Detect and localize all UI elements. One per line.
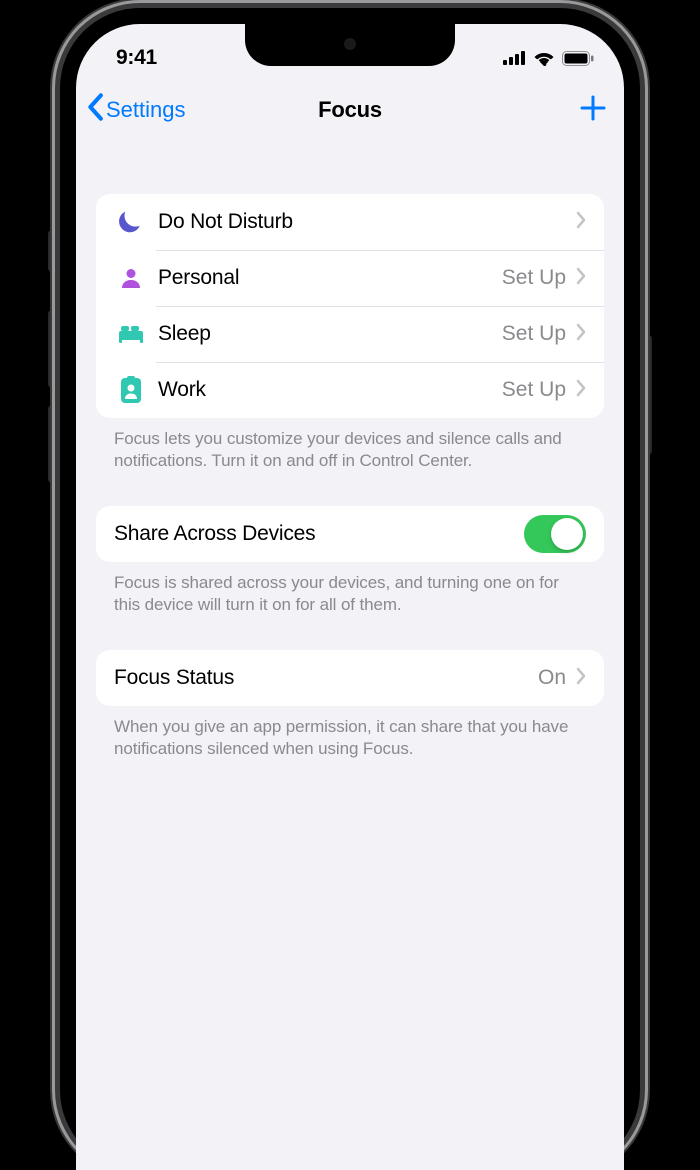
chevron-right-icon (576, 323, 586, 346)
back-label: Settings (106, 97, 186, 123)
focus-row-personal[interactable]: Personal Set Up (96, 250, 604, 306)
chevron-right-icon (576, 379, 586, 402)
row-detail: Set Up (502, 266, 566, 290)
chevron-right-icon (576, 211, 586, 234)
share-across-footer: Focus is shared across your devices, and… (96, 562, 604, 616)
volume-up-button (48, 310, 56, 388)
focus-status-row[interactable]: Focus Status On (96, 650, 604, 706)
screen: 9:41 Settings Focus (76, 24, 624, 1170)
volume-down-button (48, 405, 56, 483)
share-across-row[interactable]: Share Across Devices (96, 506, 604, 562)
mute-switch (48, 230, 56, 272)
row-label: Work (158, 378, 502, 402)
page-title: Focus (318, 97, 382, 123)
share-across-group: Share Across Devices (96, 506, 604, 562)
badge-icon (114, 373, 148, 407)
share-across-toggle[interactable] (524, 515, 586, 553)
row-detail: Set Up (502, 378, 566, 402)
bed-icon (114, 317, 148, 351)
row-label: Share Across Devices (114, 522, 524, 546)
row-detail: On (538, 666, 566, 690)
add-button[interactable] (580, 82, 606, 138)
focus-modes-footer: Focus lets you customize your devices an… (96, 418, 604, 472)
row-label: Focus Status (114, 666, 538, 690)
side-button (644, 335, 652, 455)
chevron-right-icon (576, 267, 586, 290)
chevron-right-icon (576, 667, 586, 690)
row-label: Sleep (158, 322, 502, 346)
row-label: Personal (158, 266, 502, 290)
notch (245, 24, 455, 66)
nav-bar: Settings Focus (76, 82, 624, 138)
focus-row-do-not-disturb[interactable]: Do Not Disturb (96, 194, 604, 250)
chevron-left-icon (86, 93, 106, 127)
person-icon (114, 261, 148, 295)
focus-modes-group: Do Not Disturb Personal Set Up (96, 194, 604, 418)
battery-icon (562, 51, 594, 66)
status-time: 9:41 (116, 46, 157, 70)
wifi-icon (533, 50, 555, 66)
row-label: Do Not Disturb (158, 210, 576, 234)
plus-icon (580, 95, 606, 126)
toggle-knob (551, 518, 583, 550)
focus-status-group: Focus Status On (96, 650, 604, 706)
back-button[interactable]: Settings (86, 82, 186, 138)
row-detail: Set Up (502, 322, 566, 346)
focus-status-footer: When you give an app permission, it can … (96, 706, 604, 760)
content: Do Not Disturb Personal Set Up (76, 154, 624, 1170)
phone-frame: 9:41 Settings Focus (60, 8, 640, 1170)
moon-icon (114, 205, 148, 239)
focus-row-work[interactable]: Work Set Up (96, 362, 604, 418)
status-icons (503, 50, 594, 66)
focus-row-sleep[interactable]: Sleep Set Up (96, 306, 604, 362)
cellular-icon (503, 51, 526, 65)
